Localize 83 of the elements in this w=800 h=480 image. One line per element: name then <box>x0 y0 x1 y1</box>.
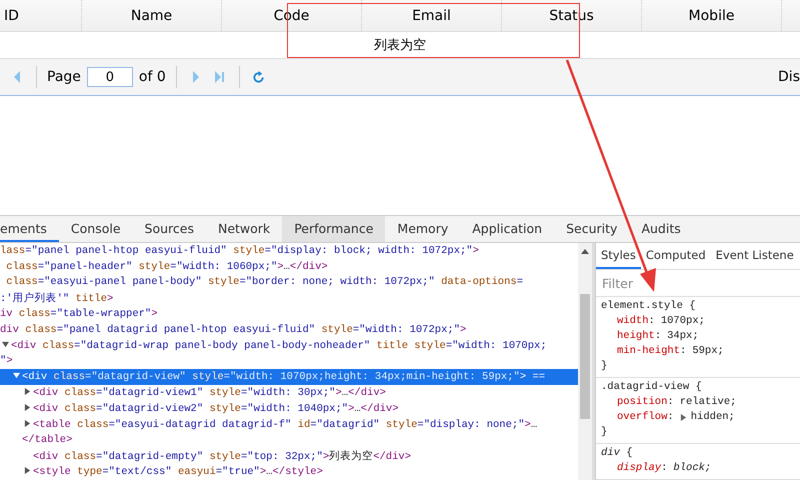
devtools-tab[interactable]: Console <box>58 216 133 242</box>
disclosure-triangle-icon <box>2 340 9 348</box>
scrollbar[interactable] <box>578 243 595 480</box>
open-brace: { <box>696 381 702 393</box>
devtools-tab[interactable]: Network <box>206 216 282 242</box>
dom-node-code: iv class="table-wrapper"> <box>0 308 158 320</box>
disclosure-triangle-icon <box>13 372 20 380</box>
css-value: 59px; <box>692 344 724 359</box>
display-info-text: Dis <box>778 69 800 85</box>
disclosure-triangle-icon <box>24 420 31 427</box>
expand-triangle-icon <box>680 414 687 421</box>
dom-node-line[interactable]: <style type="text/css" easyui="true">…</style> <box>0 464 578 480</box>
dom-node-code: <div class="datagrid-empty" style="top: 32px;">列表为空</div> <box>33 449 412 464</box>
dom-node-code: <div class="datagrid-view2" style="width: 1040px;">…</div> <box>33 402 399 415</box>
styles-pane-tab[interactable]: Event Listene <box>710 243 799 270</box>
column-header[interactable]: Email <box>362 0 502 31</box>
dom-node-line[interactable]: class="panel-header" style="width: 1060px;">…</div> <box>0 258 578 275</box>
css-property: overflow <box>617 410 668 425</box>
dom-node-code: div class="panel datagrid panel-htop easyui-fluid" style="width: 1072px;"> <box>0 324 466 336</box>
colon: : <box>654 329 662 344</box>
empty-message: 列表为空 <box>374 37 426 54</box>
devtools-tab[interactable]: Performance <box>282 216 386 242</box>
page-number-field[interactable]: 0 <box>86 67 133 87</box>
css-value: block; <box>673 461 712 476</box>
css-selector: .datagrid-view <box>601 381 690 393</box>
dom-node-line[interactable]: iv class="table-wrapper"> <box>0 306 578 322</box>
css-property: height <box>617 329 655 344</box>
column-header[interactable]: Mobile <box>642 0 782 31</box>
dom-node-code: </table> <box>22 434 72 446</box>
devtools-tab[interactable]: ements <box>0 216 59 242</box>
dom-node-code: class="easyui-panel panel-body" style="border: none; width: 1072px;" data-options= <box>5 276 524 288</box>
css-selector: div <box>601 447 620 459</box>
open-brace: { <box>689 300 696 312</box>
devtools-tab[interactable]: Application <box>460 216 554 242</box>
css-value: relative; <box>680 395 736 410</box>
colon: : <box>667 410 674 425</box>
dom-node-code: class="panel-header" style="width: 1060px;">…</div> <box>5 260 328 273</box>
dom-node-line[interactable]: <div class="datagrid-view1" style="width: 30px;">…</div> <box>0 385 578 401</box>
disclosure-triangle-icon <box>24 388 31 396</box>
devtools-tab[interactable]: Memory <box>385 216 460 242</box>
dom-node-line[interactable]: <div class="datagrid-view2" style="width: 1040px;">…</div> <box>0 400 578 417</box>
dom-node-line[interactable]: <div class="datagrid-wrap panel-body panel-body-noheader" title style="width: 1070px; <box>0 338 578 354</box>
dom-node-code: <div class="datagrid-view1" style="width: 30px;">…</div> <box>33 387 386 400</box>
column-header[interactable]: ID <box>0 0 82 31</box>
page-count-label: of 0 <box>138 69 166 85</box>
close-brace: } <box>601 426 608 438</box>
open-brace: { <box>626 447 633 459</box>
colon: : <box>667 395 674 410</box>
css-property: width <box>617 314 649 329</box>
dom-node-line[interactable]: class="easyui-panel panel-body" style="border: none; width: 1072px;" data-options= <box>0 274 578 290</box>
dom-node-code: :'用户列表'" title> <box>0 291 114 306</box>
css-value: 34px; <box>667 329 699 344</box>
dom-node-code: "> <box>0 355 13 368</box>
dom-node-line[interactable]: :'用户列表'" title> <box>0 290 578 306</box>
css-property: min-height <box>617 344 680 359</box>
colon: : <box>680 344 686 359</box>
colon: : <box>648 314 655 329</box>
dom-node-line[interactable]: <table class="easyui-datagrid datagrid-f" id="datagrid" style="display: none;">… <box>0 416 578 433</box>
dom-node-code: <style type="text/css" easyui="true">…</style> <box>33 466 323 478</box>
colon: : <box>661 461 668 476</box>
disclosure-triangle-icon <box>24 404 31 411</box>
disclosure-triangle-icon <box>24 467 31 474</box>
dom-node-line[interactable]: div class="panel datagrid panel-htop easyui-fluid" style="width: 1072px;"> <box>0 322 578 338</box>
devtools-tab[interactable]: Audits <box>629 216 693 242</box>
close-brace: } <box>601 360 608 372</box>
devtools-tab[interactable]: Sources <box>132 216 206 242</box>
css-value: hidden; <box>690 410 735 425</box>
dom-node-code: <div class="datagrid-view" style="width: 1070px;height: 34px;min-height: 59px;"> == <box>22 371 546 384</box>
dom-node-line[interactable]: lass="panel panel-htop easyui-fluid" style="display: block; width: 1072px;"> <box>0 243 578 259</box>
scrollbar-thumb[interactable] <box>580 294 590 419</box>
scroll-up-icon[interactable] <box>581 249 589 254</box>
dom-node-code: <div class="datagrid-wrap panel-body panel-body-noheader" title style="width: 1070px; <box>11 340 547 352</box>
devtools-tab[interactable]: Security <box>554 216 630 242</box>
css-property: display <box>617 461 662 476</box>
dom-node-line[interactable]: <div class="datagrid-empty" style="top: 32px;">列表为空</div> <box>0 448 578 464</box>
css-selector: element.style <box>601 300 683 312</box>
styles-pane-tab[interactable]: Computed <box>640 243 711 270</box>
css-value: 1070px; <box>660 314 705 329</box>
column-header[interactable]: Name <box>82 0 222 31</box>
page-label: Page <box>47 69 81 85</box>
dom-node-code: lass="panel panel-htop easyui-fluid" style="display: block; width: 1072px;"> <box>0 244 479 257</box>
dom-node-code: <table class="easyui-datagrid datagrid-f" id="datagrid" style="display: none;">… <box>33 418 538 431</box>
css-property: position <box>617 395 668 410</box>
